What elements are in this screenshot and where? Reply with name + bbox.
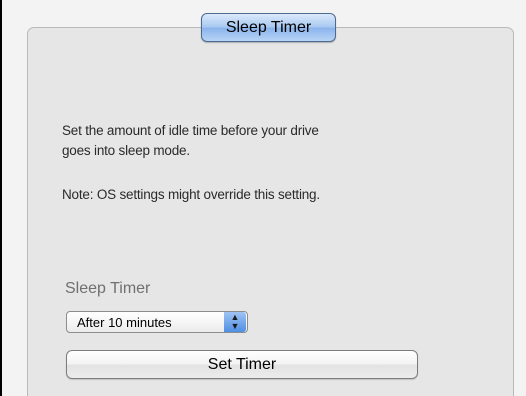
settings-panel — [27, 27, 514, 396]
tab-sleep-timer-label: Sleep Timer — [225, 18, 312, 36]
up-down-arrows-icon: ▲ ▼ — [224, 312, 246, 332]
sleep-timer-select[interactable]: After 10 minutes ▲ ▼ — [66, 311, 248, 333]
os-settings-note: Note: OS settings might override this se… — [62, 187, 320, 202]
set-timer-button[interactable]: Set Timer — [66, 350, 418, 379]
description-line-2: goes into sleep mode. — [62, 143, 190, 158]
set-timer-button-label: Set Timer — [207, 355, 277, 373]
preferences-window: Sleep Timer Set the amount of idle time … — [2, 0, 526, 396]
tab-sleep-timer[interactable]: Sleep Timer — [201, 13, 336, 42]
sleep-timer-selected-value: After 10 minutes — [77, 314, 172, 330]
description-line-1: Set the amount of idle time before your … — [62, 123, 319, 138]
sleep-timer-label: Sleep Timer — [65, 280, 151, 297]
